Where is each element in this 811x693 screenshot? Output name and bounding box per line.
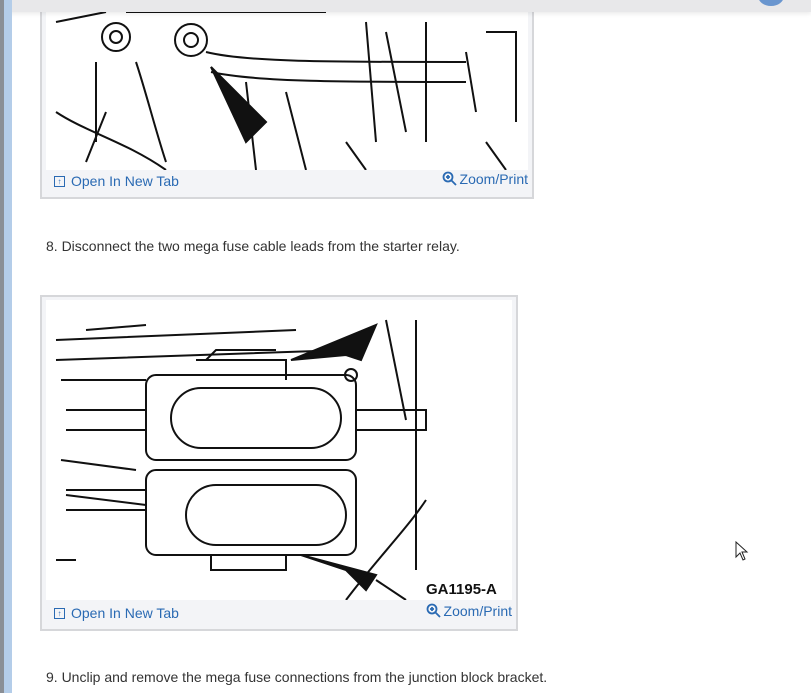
- profile-avatar[interactable]: [758, 0, 784, 6]
- figure-2-toolbar: ↑ Open In New Tab Zoom/Print: [42, 599, 516, 629]
- diagram-image-2[interactable]: GA1195-A: [46, 300, 512, 601]
- diagram-image-1[interactable]: [46, 0, 528, 171]
- side-panel-edge: [4, 0, 12, 693]
- figure-2: GA1195-A ↑ Open In New Tab Zoom/Print: [40, 295, 518, 631]
- zoom-print-label: Zoom/Print: [459, 171, 528, 187]
- open-in-new-tab-label: Open In New Tab: [71, 173, 179, 189]
- figure-1-toolbar: ↑ Open In New Tab Zoom/Print: [42, 167, 532, 197]
- open-in-new-tab-label: Open In New Tab: [71, 605, 179, 621]
- step-9-text: 9. Unclip and remove the mega fuse conne…: [46, 669, 548, 685]
- figure-1: ↑ Open In New Tab Zoom/Print: [40, 0, 534, 199]
- open-in-new-tab-link[interactable]: ↑ Open In New Tab: [54, 173, 179, 189]
- open-new-tab-icon: ↑: [54, 175, 65, 187]
- open-new-tab-icon: ↑: [54, 607, 65, 619]
- open-in-new-tab-link[interactable]: ↑ Open In New Tab: [54, 605, 179, 621]
- zoom-print-link[interactable]: Zoom/Print: [442, 171, 528, 187]
- zoom-in-icon: [426, 603, 441, 618]
- browser-top-bar: [0, 0, 811, 12]
- zoom-print-label: Zoom/Print: [443, 603, 512, 619]
- zoom-in-icon: [442, 171, 457, 186]
- step-8-text: 8. Disconnect the two mega fuse cable le…: [46, 238, 460, 254]
- mouse-cursor-icon: [735, 541, 749, 561]
- zoom-print-link[interactable]: Zoom/Print: [426, 603, 512, 619]
- svg-text:GA1195-A: GA1195-A: [426, 581, 497, 598]
